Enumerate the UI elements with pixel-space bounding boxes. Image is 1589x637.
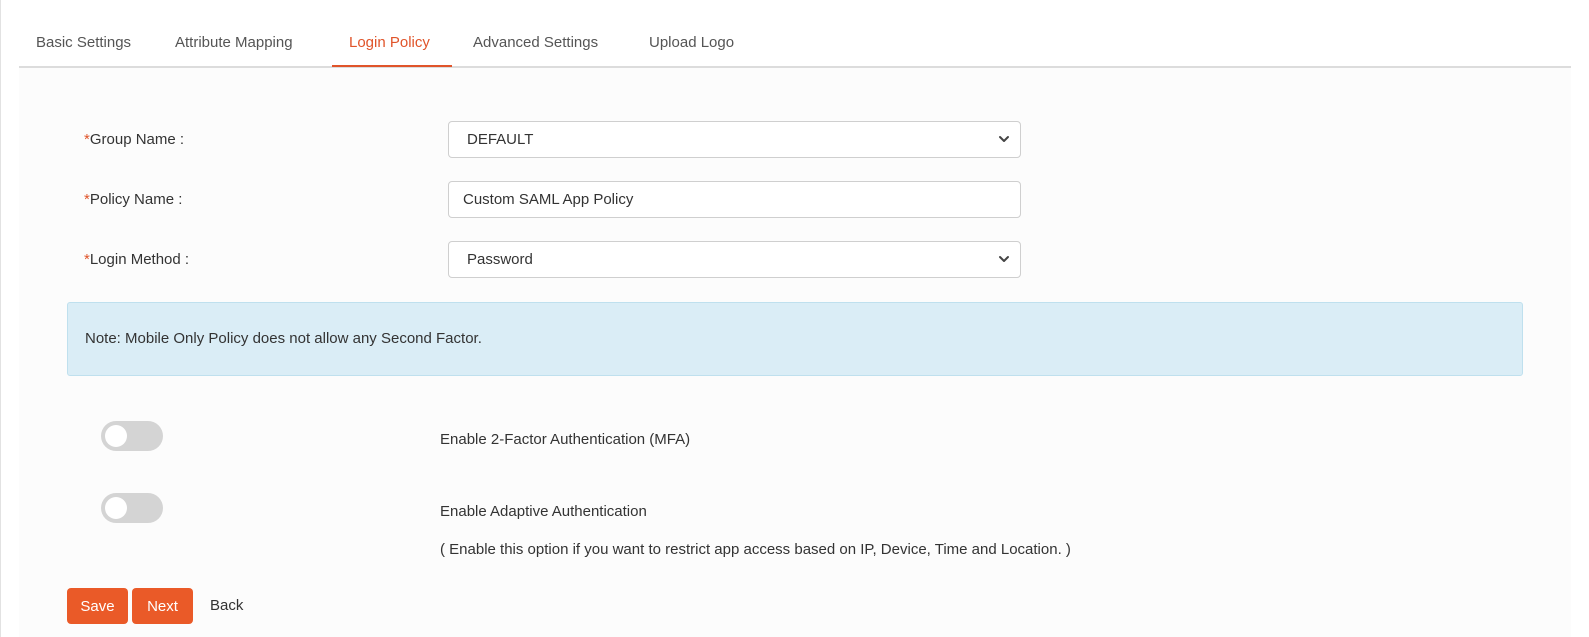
adaptive-auth-toggle[interactable] [101, 493, 163, 523]
toggle-knob [105, 425, 127, 447]
group-name-label: *Group Name : [84, 131, 185, 148]
active-tab-indicator [332, 65, 452, 67]
login-method-value: Password [467, 251, 533, 268]
info-note: Note: Mobile Only Policy does not allow … [67, 302, 1523, 376]
next-button[interactable]: Next [132, 588, 193, 624]
tab-login-policy[interactable]: Login Policy [349, 34, 430, 66]
tab-basic-settings[interactable]: Basic Settings [36, 34, 131, 66]
policy-name-input[interactable]: Custom SAML App Policy [448, 181, 1021, 218]
mfa-label: Enable 2-Factor Authentication (MFA) [440, 431, 691, 448]
adaptive-auth-label: Enable Adaptive Authentication [440, 503, 647, 520]
group-name-select[interactable]: DEFAULT [448, 121, 1021, 158]
back-link[interactable]: Back [210, 588, 243, 624]
tab-advanced-settings[interactable]: Advanced Settings [473, 34, 598, 66]
save-button[interactable]: Save [67, 588, 128, 624]
login-method-label: *Login Method : [84, 251, 190, 268]
toggle-knob [105, 497, 127, 519]
tab-attribute-mapping[interactable]: Attribute Mapping [175, 34, 293, 66]
chevron-down-icon [999, 136, 1009, 142]
page-border [0, 0, 1, 637]
policy-name-label: *Policy Name : [84, 191, 183, 208]
mfa-toggle[interactable] [101, 421, 163, 451]
policy-name-value: Custom SAML App Policy [463, 191, 634, 208]
tab-bar: Basic Settings Attribute Mapping Login P… [19, 20, 1571, 68]
group-name-value: DEFAULT [467, 131, 534, 148]
adaptive-auth-description: ( Enable this option if you want to rest… [440, 541, 1071, 558]
login-method-select[interactable]: Password [448, 241, 1021, 278]
chevron-down-icon [999, 256, 1009, 262]
tab-upload-logo[interactable]: Upload Logo [649, 34, 734, 66]
